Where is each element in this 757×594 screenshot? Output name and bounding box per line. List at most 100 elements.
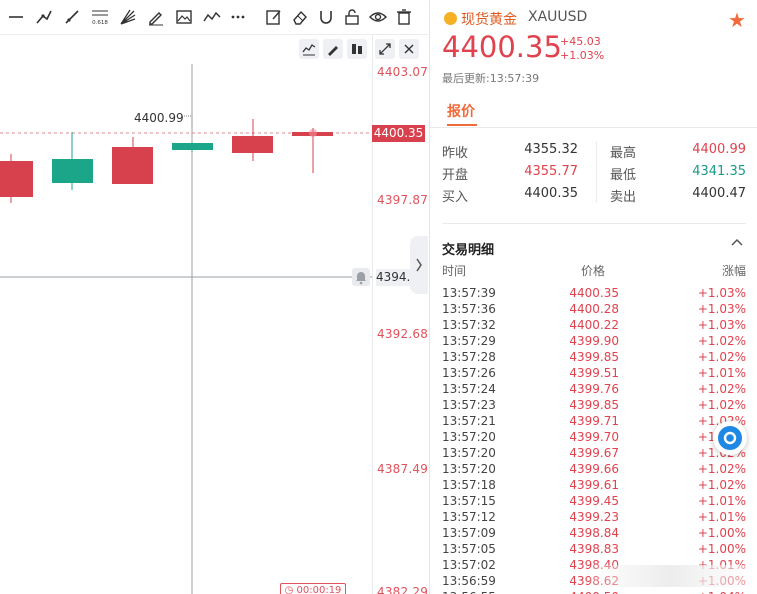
watermark bbox=[590, 565, 750, 587]
high-value: 4400.99 bbox=[692, 142, 746, 157]
high-marker-label: 4400.99 bbox=[134, 111, 184, 125]
prev-close-value: 4355.32 bbox=[524, 142, 578, 157]
fan-icon[interactable] bbox=[118, 7, 138, 27]
trash-icon[interactable] bbox=[394, 7, 414, 27]
alert-bell-icon[interactable] bbox=[352, 268, 370, 286]
eye-icon[interactable] bbox=[368, 7, 388, 27]
trade-row: 13:57:20 4399.66 +1.02% bbox=[442, 461, 746, 477]
price-tick: 4403.07 bbox=[377, 65, 428, 79]
magnet-icon[interactable] bbox=[316, 7, 336, 27]
trade-row: 13:57:21 4399.71 +1.02% bbox=[442, 413, 746, 429]
trade-time: 13:57:12 bbox=[442, 510, 496, 524]
trade-time: 13:57:28 bbox=[442, 350, 496, 364]
trade-change: +1.01% bbox=[697, 494, 746, 508]
trade-row: 13:57:204399.70+1.02% bbox=[442, 429, 746, 445]
favorite-star-icon[interactable]: ★ bbox=[728, 8, 746, 32]
trade-row: 13:57:204399.67+1.02% bbox=[442, 445, 746, 461]
trade-change: +1.03% bbox=[697, 286, 746, 300]
chevron-right-icon bbox=[416, 258, 422, 272]
ask-label: 卖出 bbox=[610, 190, 637, 205]
image-icon[interactable] bbox=[174, 7, 194, 27]
wave-icon[interactable] bbox=[202, 7, 222, 27]
trade-price: 4399.45 bbox=[569, 494, 619, 508]
gold-coin-icon bbox=[444, 12, 457, 25]
candle bbox=[292, 128, 333, 173]
trade-price: 4400.28 bbox=[569, 302, 619, 316]
price-tick: 4392.68 bbox=[377, 327, 428, 341]
tab-underline bbox=[447, 124, 477, 126]
trade-change: +1.03% bbox=[697, 302, 746, 316]
trade-time: 13:57:20 bbox=[442, 446, 496, 460]
high-label: 最高 bbox=[610, 146, 637, 161]
note-icon[interactable] bbox=[264, 7, 284, 27]
trade-change: +1.02% bbox=[697, 478, 746, 492]
ray-line-icon[interactable] bbox=[62, 7, 82, 27]
trade-price: 4399.66 bbox=[569, 462, 619, 476]
pen-icon[interactable] bbox=[146, 7, 166, 27]
trade-time: 13:57:21 bbox=[442, 414, 496, 428]
trade-price: 4399.76 bbox=[569, 382, 619, 396]
chat-bubble-icon bbox=[718, 426, 742, 450]
trade-change: +1.01% bbox=[697, 510, 746, 524]
trade-price: 4400.35 bbox=[569, 286, 619, 300]
divider bbox=[430, 127, 757, 128]
bid-value: 4400.35 bbox=[524, 186, 578, 201]
polyline-icon[interactable] bbox=[34, 7, 54, 27]
trade-time: 13:57:20 bbox=[442, 462, 496, 476]
trade-change: +1.03% bbox=[697, 318, 746, 332]
trade-time: 13:57:24 bbox=[442, 382, 496, 396]
trade-price: 4400.50 bbox=[554, 589, 619, 594]
bar-countdown: ◷ 00:00:19 bbox=[280, 583, 346, 594]
trade-price: 4399.70 bbox=[569, 430, 619, 444]
trade-time: 13:56:55 bbox=[442, 589, 496, 594]
trade-change: +1.04% bbox=[698, 589, 746, 594]
trade-price: 4399.85 bbox=[569, 350, 619, 364]
more-icon[interactable] bbox=[228, 7, 248, 27]
trade-row: 13:57:32 4400.22 +1.03% bbox=[442, 317, 746, 333]
price-tick: 4397.87 bbox=[377, 193, 428, 207]
eraser-icon[interactable] bbox=[290, 7, 310, 27]
floating-action-button[interactable] bbox=[713, 421, 747, 455]
trade-change: +1.00% bbox=[697, 526, 746, 540]
trade-row: 13:56:55 4400.50 +1.04% bbox=[442, 589, 746, 594]
trade-price: 4399.85 bbox=[569, 398, 619, 412]
expand-panel-handle[interactable] bbox=[410, 236, 428, 294]
trade-price: 4399.61 bbox=[569, 478, 619, 492]
chevron-up-icon[interactable] bbox=[730, 236, 744, 254]
lock-icon[interactable] bbox=[342, 7, 362, 27]
price-axis[interactable] bbox=[372, 34, 428, 594]
price-tick: 4387.49 bbox=[377, 462, 428, 476]
trade-time: 13:57:23 bbox=[442, 398, 496, 412]
trade-row: 13:57:29 4399.90 +1.02% bbox=[442, 333, 746, 349]
trade-price: 4399.71 bbox=[569, 414, 619, 428]
trade-row: 13:57:26 4399.51 +1.01% bbox=[442, 365, 746, 381]
tab-quote[interactable]: 报价 bbox=[447, 101, 475, 121]
candle bbox=[112, 137, 153, 184]
chart-pane[interactable]: 0.618 4400.99 4403.07 4397.87 4392.68 43… bbox=[0, 0, 428, 594]
trade-time: 13:57:36 bbox=[442, 302, 496, 316]
candlestick-chart[interactable] bbox=[0, 34, 372, 594]
change-percent: +1.03% bbox=[560, 49, 605, 62]
trade-price: 4398.83 bbox=[569, 542, 619, 556]
trade-time: 13:57:39 bbox=[442, 286, 496, 300]
last-updated: 最后更新:13:57:39 bbox=[442, 72, 540, 85]
trade-time: 13:57:18 bbox=[442, 478, 496, 492]
trade-time: 13:57:05 bbox=[442, 542, 496, 556]
drawing-toolbar: 0.618 bbox=[0, 0, 428, 35]
trade-change: +1.01% bbox=[697, 366, 746, 380]
fibonacci-icon[interactable]: 0.618 bbox=[90, 7, 110, 27]
trade-change: +1.02% bbox=[697, 350, 746, 364]
horizontal-line-icon[interactable] bbox=[6, 7, 26, 27]
trade-row: 13:57:15 4399.45 +1.01% bbox=[442, 493, 746, 509]
trade-time: 13:57:20 bbox=[442, 430, 496, 444]
clock-icon: ◷ bbox=[284, 585, 294, 594]
trade-time: 13:57:26 bbox=[442, 366, 496, 380]
trade-time: 13:56:59 bbox=[442, 574, 496, 588]
quote-panel: 现货黄金 XAUUSD ★ 4400.35 +45.03 +1.03% 最后更新… bbox=[429, 0, 757, 594]
price-tick: 4382.29 bbox=[377, 585, 428, 594]
prev-close-label: 昨收 bbox=[442, 146, 469, 161]
candle bbox=[232, 119, 273, 161]
trade-price: 4399.67 bbox=[569, 446, 619, 460]
col-header-time: 时间 bbox=[442, 264, 467, 278]
low-value: 4341.35 bbox=[692, 164, 746, 179]
